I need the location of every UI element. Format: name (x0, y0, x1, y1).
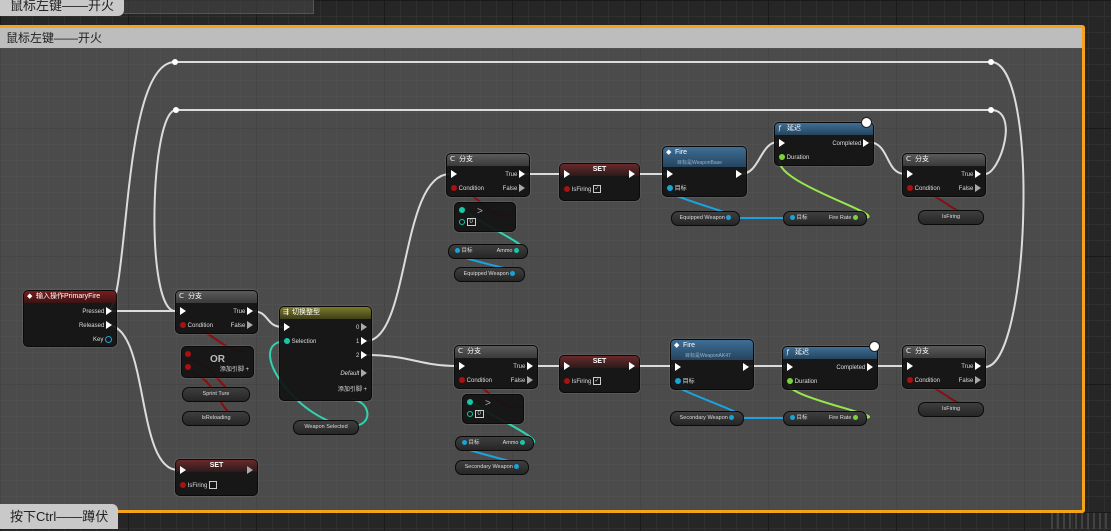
branch-icon: ᑕ (458, 348, 464, 355)
or-node[interactable]: OR 添加引脚 + (181, 346, 254, 378)
sprint-variable[interactable]: Sprint Ture (182, 387, 250, 402)
latent-clock-icon (861, 117, 872, 128)
lower-delay-node[interactable]: ƒ 延迟 Completed Duration (782, 346, 878, 390)
reloading-variable[interactable]: IsReloading (182, 411, 250, 426)
pin-released[interactable]: Released (79, 321, 112, 331)
input-node-title: 输入操作PrimaryFire (36, 293, 101, 300)
switch-icon: ⇶ (283, 309, 289, 316)
latent-clock-icon (869, 341, 880, 352)
exec-wire-released (106, 324, 179, 471)
upper-equipped-weapon-variable[interactable]: Equipped Weapon (454, 267, 525, 282)
upper-delay-node[interactable]: ƒ 延迟 Completed Duration (774, 122, 874, 166)
lower-secondary-weapon-variable-2[interactable]: Secondary Weapon (670, 411, 744, 426)
branch-icon: ᑕ (450, 156, 456, 163)
lower-fire-node[interactable]: ◆ Fire 目标是WeaponAK47 目标 (670, 339, 754, 390)
function-icon: ƒ (786, 349, 790, 356)
upper-equipped-weapon-variable-2[interactable]: Equipped Weapon (671, 211, 740, 226)
pin-true[interactable]: True (233, 307, 253, 317)
upper-ammo-getter[interactable]: 目标 Ammo (448, 244, 528, 259)
input-icon: ◆ (27, 293, 33, 300)
weapon-selected-variable[interactable]: Weapon Selected (293, 420, 359, 435)
upper-branch2-node[interactable]: ᑕ 分支 True Condition False (902, 153, 986, 197)
wire-layer (106, 59, 1025, 471)
lower-branch2-node[interactable]: ᑕ 分支 True Condition False (902, 345, 986, 389)
branch-icon: ᑕ (179, 293, 185, 300)
pin-condition[interactable]: Condition (180, 321, 213, 331)
lower-set-node[interactable]: SET IsFiring ✓ (559, 355, 640, 393)
upper-branch-node[interactable]: ᑕ 分支 True Condition False (446, 153, 530, 197)
greater-icon: > (485, 398, 491, 409)
or-label: OR (210, 354, 225, 365)
pin-pressed[interactable]: Pressed (82, 307, 112, 317)
upper-set-node[interactable]: SET IsFiring ✓ (559, 163, 640, 201)
exec-wire-loop-upper (153, 109, 1007, 312)
upper-fire-node[interactable]: ◆ Fire 目标是WeaponBase 目标 (662, 146, 747, 197)
switch-int-node[interactable]: ⇶ 切换整型 0 Selection 1 2 Default 添加引脚 + (279, 306, 372, 401)
greater-icon: > (477, 206, 483, 217)
input-action-node[interactable]: ◆ 输入操作PrimaryFire Pressed Released Key (23, 290, 117, 347)
upper-compare-node[interactable]: > 0 (454, 202, 516, 232)
isfiring-checkbox[interactable] (209, 481, 218, 490)
branch-main-node[interactable]: ᑕ 分支 True Condition False (175, 290, 258, 334)
reroute-node (988, 59, 994, 65)
pin-selection[interactable]: Selection (284, 337, 316, 347)
pin-isfiring[interactable]: IsFiring (180, 481, 218, 491)
branch-icon: ᑕ (906, 156, 912, 163)
exec-wire-switch-upper (365, 173, 451, 342)
or-add-pin-button[interactable]: 添加引脚 + (220, 365, 249, 375)
reroute-node (172, 59, 178, 65)
lower-fire-rate-getter[interactable]: 目标 Fire Rate (783, 411, 867, 426)
lower-compare-node[interactable]: > 0 (462, 394, 524, 424)
upper-isfiring-variable[interactable]: IsFiring (918, 210, 984, 225)
branch-icon: ᑕ (906, 348, 912, 355)
upper-fire-rate-getter[interactable]: 目标 Fire Rate (783, 211, 867, 226)
pin-false[interactable]: False (231, 321, 253, 331)
exec-wire-switch-lower (365, 354, 458, 367)
function-icon: ƒ (778, 125, 782, 132)
lower-isfiring-variable[interactable]: IsFiring (918, 402, 984, 417)
function-icon: ◆ (666, 149, 672, 156)
isfiring-checkbox-checked[interactable]: ✓ (593, 185, 602, 194)
switch-add-pin-button[interactable]: 添加引脚 + (338, 385, 367, 395)
function-icon: ◆ (674, 342, 680, 349)
reroute-node (173, 107, 179, 113)
isfiring-checkbox-checked[interactable]: ✓ (593, 377, 602, 386)
set-isfiring-node-bottom[interactable]: SET IsFiring (175, 459, 258, 496)
pin-exec-in[interactable] (180, 307, 186, 317)
lower-secondary-weapon-variable[interactable]: Secondary Weapon (455, 460, 529, 475)
lower-ammo-getter[interactable]: 目标 Ammo (455, 436, 534, 451)
pin-key[interactable]: Key (93, 335, 112, 345)
reroute-node (988, 107, 994, 113)
lower-branch-node[interactable]: ᑕ 分支 True Condition False (454, 345, 538, 389)
